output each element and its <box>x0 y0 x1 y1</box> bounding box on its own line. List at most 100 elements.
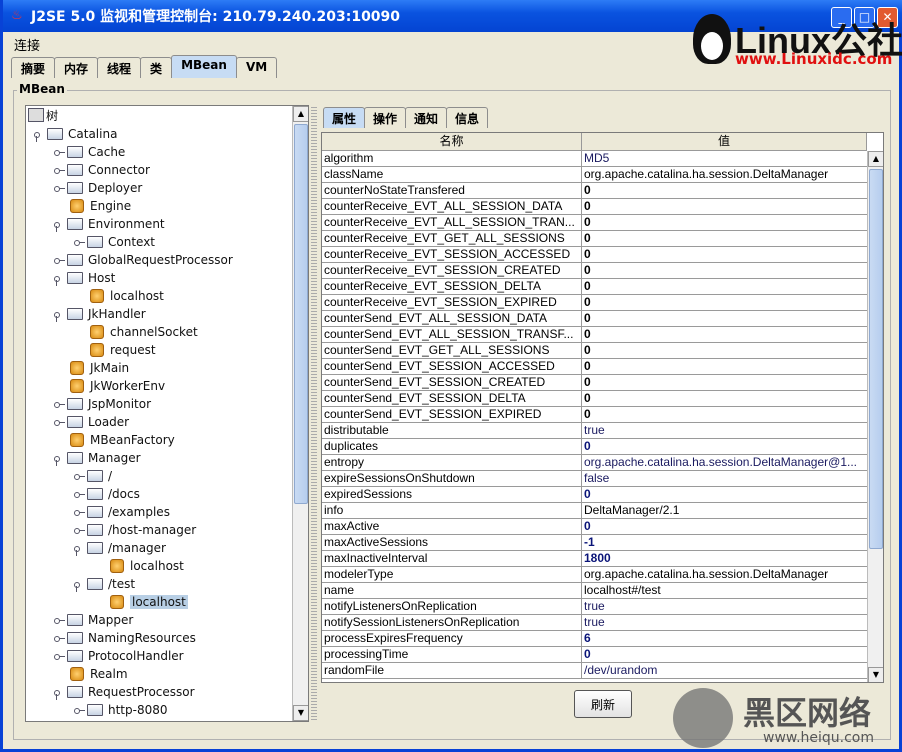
table-row[interactable]: notifyListenersOnReplication true <box>322 599 867 615</box>
tree-node[interactable]: Host <box>54 269 115 287</box>
collapsed-toggle-icon[interactable] <box>54 183 65 193</box>
tree-node[interactable]: JkHandler <box>54 305 146 323</box>
table-row[interactable]: counterReceive_EVT_SESSION_CREATED 0 <box>322 263 867 279</box>
collapsed-toggle-icon[interactable] <box>74 489 85 499</box>
table-row[interactable]: entropy org.apache.catalina.ha.session.De… <box>322 455 867 471</box>
collapsed-toggle-icon[interactable] <box>74 471 85 481</box>
collapsed-toggle-icon[interactable] <box>54 147 65 157</box>
tree-scrollbar[interactable]: ▲ ▼ <box>292 106 308 721</box>
detail-tab-2[interactable]: 通知 <box>405 107 448 128</box>
tree-node[interactable]: localhost <box>108 557 184 575</box>
attribute-value[interactable]: 0 <box>582 647 867 663</box>
tree-node[interactable]: JspMonitor <box>54 395 151 413</box>
table-scrollbar[interactable]: ▲ ▼ <box>867 151 883 682</box>
collapsed-toggle-icon[interactable] <box>54 165 65 175</box>
expanded-toggle-icon[interactable] <box>34 129 44 142</box>
tab-1[interactable]: 内存 <box>54 57 99 78</box>
table-row[interactable]: expireSessionsOnShutdown false <box>322 471 867 487</box>
tree-node[interactable]: Loader <box>54 413 129 431</box>
attribute-value[interactable]: true <box>582 599 867 615</box>
detail-tab-0[interactable]: 属性 <box>323 107 366 128</box>
attribute-value[interactable]: true <box>582 615 867 631</box>
table-row[interactable]: maxActive 0 <box>322 519 867 535</box>
scroll-down-icon[interactable]: ▼ <box>868 667 883 682</box>
expanded-toggle-icon[interactable] <box>54 309 64 322</box>
table-row[interactable]: maxInactiveInterval 1800 <box>322 551 867 567</box>
tree-node[interactable]: http-8080 <box>74 701 168 719</box>
tree-node[interactable]: Engine <box>68 197 131 215</box>
tree-node[interactable]: RequestProcessor <box>54 683 195 701</box>
collapsed-toggle-icon[interactable] <box>74 705 85 715</box>
table-row[interactable]: distributable true <box>322 423 867 439</box>
tree-node[interactable]: / <box>74 467 112 485</box>
collapsed-toggle-icon[interactable] <box>54 633 65 643</box>
collapsed-toggle-icon[interactable] <box>54 417 65 427</box>
collapsed-toggle-icon[interactable] <box>54 399 65 409</box>
expanded-toggle-icon[interactable] <box>54 219 64 232</box>
table-row[interactable]: counterSend_EVT_SESSION_EXPIRED 0 <box>322 407 867 423</box>
menu-connection[interactable]: 连接 <box>14 39 40 54</box>
tree-node[interactable]: /manager <box>74 539 166 557</box>
table-row[interactable]: counterReceive_EVT_ALL_SESSION_TRAN... 0 <box>322 215 867 231</box>
table-row[interactable]: counterReceive_EVT_GET_ALL_SESSIONS 0 <box>322 231 867 247</box>
tree-node[interactable]: Realm <box>68 665 128 683</box>
table-row[interactable]: algorithm MD5 <box>322 151 867 167</box>
attribute-value[interactable]: -1 <box>582 535 867 551</box>
table-row[interactable]: counterReceive_EVT_ALL_SESSION_DATA 0 <box>322 199 867 215</box>
table-row[interactable]: notifySessionListenersOnReplication true <box>322 615 867 631</box>
tree-node[interactable]: Manager <box>54 449 141 467</box>
detail-tab-3[interactable]: 信息 <box>446 107 489 128</box>
tree-node[interactable]: Catalina <box>34 125 117 143</box>
tree-node[interactable]: /docs <box>74 485 140 503</box>
tree-node[interactable]: request <box>88 341 156 359</box>
tree-node[interactable]: Context <box>74 233 155 251</box>
table-row[interactable]: randomFile/dev/urandom <box>322 663 867 679</box>
tree-node[interactable]: Environment <box>54 215 165 233</box>
table-row[interactable]: name localhost#/test <box>322 583 867 599</box>
collapsed-toggle-icon[interactable] <box>74 237 85 247</box>
expanded-toggle-icon[interactable] <box>54 453 64 466</box>
table-row[interactable]: counterReceive_EVT_SESSION_EXPIRED 0 <box>322 295 867 311</box>
attribute-value[interactable]: 0 <box>582 519 867 535</box>
tree-node[interactable]: NamingResources <box>54 629 196 647</box>
tree-node[interactable]: GlobalRequestProcessor <box>54 251 233 269</box>
collapsed-toggle-icon[interactable] <box>54 651 65 661</box>
table-row[interactable]: counterReceive_EVT_SESSION_ACCESSED 0 <box>322 247 867 263</box>
expanded-toggle-icon[interactable] <box>74 543 84 556</box>
tree-node[interactable]: Mapper <box>54 611 133 629</box>
tree-node[interactable]: MBeanFactory <box>68 431 175 449</box>
table-row[interactable]: expiredSessions 0 <box>322 487 867 503</box>
scroll-thumb[interactable] <box>294 124 308 504</box>
collapsed-toggle-icon[interactable] <box>74 507 85 517</box>
expanded-toggle-icon[interactable] <box>54 273 64 286</box>
tree-root[interactable]: 树 <box>28 106 58 124</box>
attribute-value[interactable]: /dev/urandom <box>582 663 867 679</box>
table-row[interactable]: counterNoStateTransfered 0 <box>322 183 867 199</box>
tree-node[interactable]: ProtocolHandler <box>54 647 184 665</box>
tab-5[interactable]: VM <box>235 57 278 78</box>
table-row[interactable]: counterReceive_EVT_SESSION_DELTA 0 <box>322 279 867 295</box>
attribute-value[interactable]: true <box>582 423 867 439</box>
tab-0[interactable]: 摘要 <box>11 57 56 78</box>
attribute-value[interactable]: 1800 <box>582 551 867 567</box>
scroll-down-icon[interactable]: ▼ <box>293 705 308 721</box>
table-row[interactable]: counterSend_EVT_SESSION_DELTA 0 <box>322 391 867 407</box>
column-header-value[interactable]: 值 <box>582 133 867 151</box>
tree-node[interactable]: JkMain <box>68 359 129 377</box>
attribute-value[interactable]: false <box>582 471 867 487</box>
table-row[interactable]: modelerType org.apache.catalina.ha.sessio… <box>322 567 867 583</box>
tab-4[interactable]: MBean <box>171 55 237 78</box>
tree-node[interactable]: Cache <box>54 143 125 161</box>
attribute-value[interactable]: 0 <box>582 487 867 503</box>
tab-3[interactable]: 类 <box>140 57 173 78</box>
tab-2[interactable]: 线程 <box>97 57 142 78</box>
tree-node[interactable]: Deployer <box>54 179 142 197</box>
refresh-button[interactable]: 刷新 <box>574 690 632 718</box>
table-row[interactable]: maxActiveSessions -1 <box>322 535 867 551</box>
tree-node[interactable]: Connector <box>54 161 150 179</box>
tree-node[interactable]: channelSocket <box>88 323 198 341</box>
table-row[interactable]: info DeltaManager/2.1 <box>322 503 867 519</box>
tree-node[interactable]: /host-manager <box>74 521 196 539</box>
tree-node[interactable]: JkWorkerEnv <box>68 377 165 395</box>
collapsed-toggle-icon[interactable] <box>54 615 65 625</box>
